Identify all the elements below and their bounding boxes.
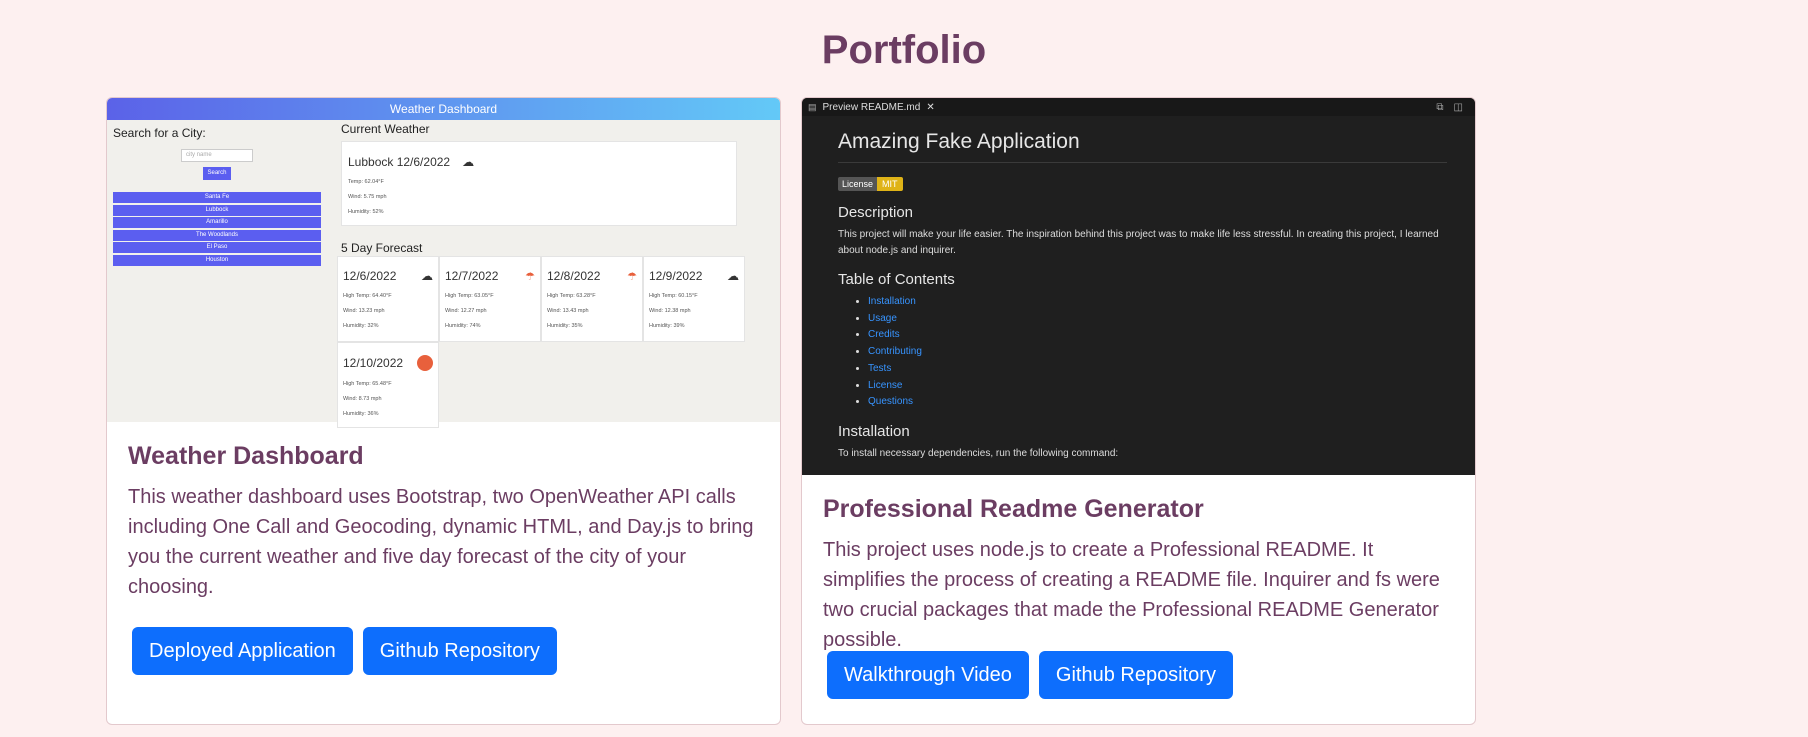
preview-icon: ▤ xyxy=(808,101,817,112)
forecast-card: 12/7/2022 ☂ High Temp: 63.05°F Wind: 12.2… xyxy=(439,256,541,342)
preview-forecast-cards: 12/6/2022 ☁ High Temp: 64.40°F Wind: 13.2… xyxy=(337,256,747,428)
readme-toc-heading: Table of Contents xyxy=(838,271,955,288)
preview-tab-bar: ▤ Preview README.md ✕ ⧉ ◫ xyxy=(802,98,1475,116)
forecast-wind: Wind: 13.43 mph xyxy=(547,308,589,314)
preview-city-button: Lubbock xyxy=(113,204,321,216)
project-screenshot: ▤ Preview README.md ✕ ⧉ ◫ Amazing Fake A… xyxy=(802,98,1475,475)
cloud-icon: ☁ xyxy=(462,155,475,169)
preview-search-button: Search xyxy=(203,167,231,180)
project-card-readme: ▤ Preview README.md ✕ ⧉ ◫ Amazing Fake A… xyxy=(801,97,1476,725)
forecast-date: 12/7/2022 xyxy=(445,269,499,283)
toc-link: Credits xyxy=(868,329,900,341)
forecast-wind: Wind: 12.38 mph xyxy=(649,308,691,314)
forecast-high: High Temp: 65.48°F xyxy=(343,381,392,387)
forecast-high: High Temp: 63.28°F xyxy=(547,293,596,299)
project-title: Weather Dashboard xyxy=(128,442,364,470)
preview-header: Weather Dashboard xyxy=(107,98,780,120)
preview-city-button: Houston xyxy=(113,254,321,266)
preview-tab: ▤ Preview README.md ✕ xyxy=(808,102,935,113)
close-icon: ✕ xyxy=(926,101,935,113)
rain-icon: ☂ xyxy=(525,270,535,283)
forecast-wind: Wind: 13.23 mph xyxy=(343,308,385,314)
project-description: This weather dashboard uses Bootstrap, t… xyxy=(128,486,754,598)
toc-link: Installation xyxy=(868,296,916,307)
preview-city-button: The Woodlands xyxy=(113,229,321,241)
readme-description-heading: Description xyxy=(838,204,914,221)
toc-link: Tests xyxy=(868,362,892,374)
preview-current-weather: Current Weather Lubbock 12/6/2022 ☁ Temp… xyxy=(341,122,737,226)
walkthrough-video-button[interactable]: Walkthrough Video xyxy=(827,651,1029,699)
toc-link: License xyxy=(868,379,903,391)
forecast-date: 12/10/2022 xyxy=(343,356,404,370)
forecast-date: 12/8/2022 xyxy=(547,269,601,283)
readme-toc-list: Installation Usage Credits Contributing … xyxy=(868,294,1447,411)
forecast-wind: Wind: 12.27 mph xyxy=(445,308,487,314)
readme-installation-heading: Installation xyxy=(838,422,910,440)
forecast-humidity: Humidity: 35% xyxy=(547,323,583,329)
forecast-humidity: Humidity: 36% xyxy=(343,411,379,417)
cloud-icon: ☁ xyxy=(421,269,433,283)
preview-city-date: Lubbock 12/6/2022 xyxy=(348,155,451,169)
project-screenshot: Weather Dashboard Search for a City: cit… xyxy=(107,98,780,428)
forecast-humidity: Humidity: 39% xyxy=(649,323,685,329)
toc-link: Questions xyxy=(868,396,914,408)
preview-search-heading: Search for a City: xyxy=(113,126,206,140)
forecast-humidity: Humidity: 32% xyxy=(343,323,379,329)
forecast-date: 12/9/2022 xyxy=(649,269,703,283)
rain-icon: ☂ xyxy=(627,270,637,283)
forecast-wind: Wind: 8.73 mph xyxy=(343,396,382,402)
license-badge-label: License xyxy=(838,177,878,191)
preview-wind: Wind: 5.75 mph xyxy=(348,194,387,200)
preview-temp: Temp: 62.04°F xyxy=(348,179,384,185)
open-source-icon: ⧉ xyxy=(1436,101,1444,113)
page-title: Portfolio xyxy=(821,28,987,72)
preview-current-heading: Current Weather xyxy=(341,122,430,136)
preview-tab-label: Preview README.md xyxy=(822,101,921,113)
forecast-high: High Temp: 64.40°F xyxy=(343,293,392,299)
readme-installation-text: To install necessary dependencies, run t… xyxy=(838,447,1119,459)
preview-humidity: Humidity: 52% xyxy=(348,209,384,215)
forecast-humidity: Humidity: 74% xyxy=(445,323,481,329)
toc-link: Contributing xyxy=(868,346,922,358)
readme-title: Amazing Fake Application xyxy=(838,130,1447,163)
forecast-high: High Temp: 63.05°F xyxy=(445,293,494,299)
forecast-date: 12/6/2022 xyxy=(343,269,397,283)
preview-search-panel: Search for a City: city name Search Sant… xyxy=(113,126,321,268)
license-badge-value: MIT xyxy=(877,177,903,191)
deployed-application-button[interactable]: Deployed Application xyxy=(132,627,353,675)
forecast-card: 12/8/2022 ☂ High Temp: 63.28°F Wind: 13.4… xyxy=(541,256,643,342)
split-editor-icon: ◫ xyxy=(1453,101,1463,113)
cloud-icon: ☁ xyxy=(727,269,739,283)
github-repository-button[interactable]: Github Repository xyxy=(362,627,557,675)
preview-readme-content: Amazing Fake Application License MIT Des… xyxy=(802,116,1475,462)
forecast-card: 12/10/2022 High Temp: 65.48°F Wind: 8.73… xyxy=(337,342,439,428)
toc-link: Usage xyxy=(868,312,897,324)
preview-forecast-heading: 5 Day Forecast xyxy=(341,241,423,255)
preview-search-input: city name xyxy=(181,149,253,162)
project-title: Professional Readme Generator xyxy=(823,495,1204,523)
preview-city-button: Santa Fe xyxy=(113,192,321,203)
preview-city-button: Amarillo xyxy=(113,217,321,229)
license-badge: License MIT xyxy=(838,177,903,191)
forecast-high: High Temp: 60.15°F xyxy=(649,293,698,299)
github-repository-button[interactable]: Github Repository xyxy=(1038,651,1233,699)
readme-description-text: This project will make your life easier.… xyxy=(838,229,1439,256)
project-description: This project uses node.js to create a Pr… xyxy=(823,539,1440,651)
preview-city-button: El Paso xyxy=(113,242,321,254)
sun-icon xyxy=(417,355,433,371)
project-card-weather: Weather Dashboard Search for a City: cit… xyxy=(106,97,781,725)
forecast-card: 12/9/2022 ☁ High Temp: 60.15°F Wind: 12.3… xyxy=(643,256,745,342)
forecast-card: 12/6/2022 ☁ High Temp: 64.40°F Wind: 13.2… xyxy=(337,256,439,342)
